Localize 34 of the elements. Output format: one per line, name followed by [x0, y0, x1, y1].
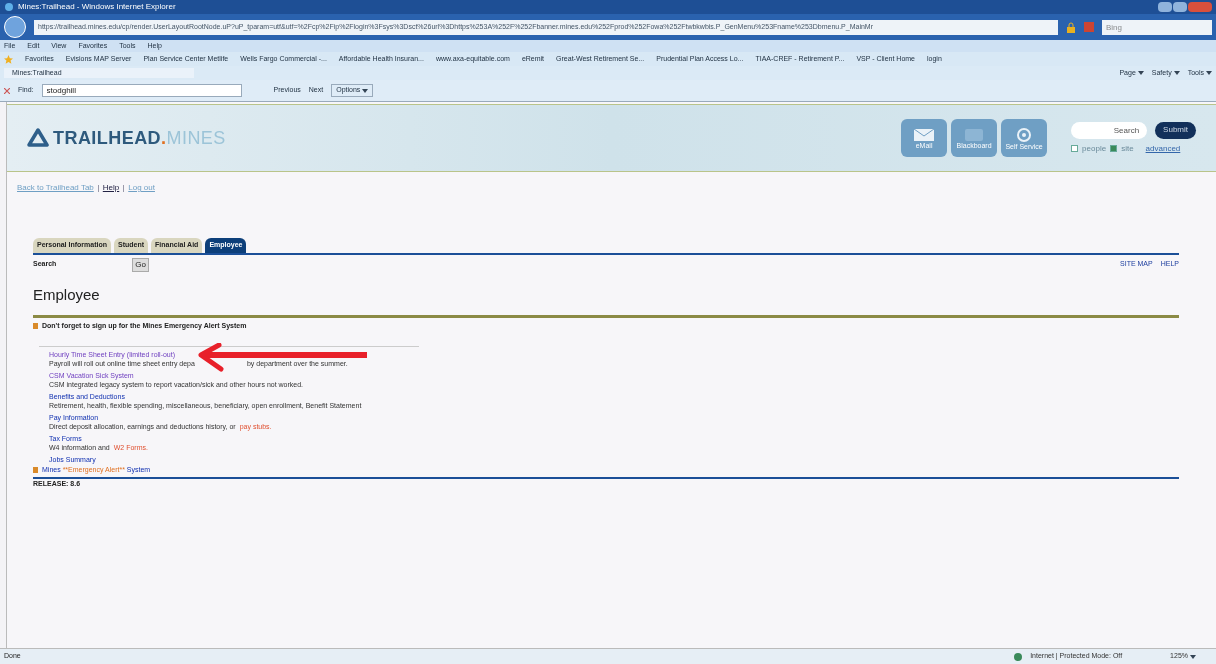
- triangle-logo-icon: [27, 128, 49, 148]
- checkbox-label: people: [1082, 142, 1107, 155]
- find-field[interactable]: stodghill: [41, 84, 242, 97]
- globe-icon: [1014, 652, 1023, 661]
- padlock-icon: [1066, 21, 1076, 33]
- nav-link[interactable]: Help: [102, 182, 120, 194]
- checkbox-label: site: [1121, 142, 1134, 155]
- caret-icon: [1173, 71, 1180, 75]
- checkbox[interactable]: [1071, 145, 1079, 152]
- browser-logo-icon: [4, 2, 14, 12]
- back-button[interactable]: [4, 16, 26, 38]
- minimize-button[interactable]: [1158, 2, 1172, 12]
- address-field[interactable]: [34, 19, 1058, 35]
- bullet-icon: [33, 466, 38, 473]
- close-icon: [4, 87, 10, 94]
- at-sign-icon: [1016, 126, 1033, 143]
- caret-icon: [1190, 654, 1196, 659]
- submit-button[interactable]: Submit: [1155, 121, 1196, 139]
- search-field[interactable]: Bing: [1102, 19, 1212, 35]
- bullet-icon: [33, 323, 38, 330]
- search-field[interactable]: Search: [1071, 121, 1148, 139]
- caret-icon: [1206, 71, 1212, 75]
- page-heading: Employee: [33, 284, 101, 305]
- envelope-icon: [913, 127, 936, 142]
- tile-icon: [963, 127, 986, 142]
- caret-icon: [362, 88, 369, 93]
- star-icon: [4, 54, 13, 64]
- site-logo: TRAILHEAD.MINES: [53, 126, 226, 150]
- window-title: Mines:Trailhead - Windows Internet Explorer: [18, 1, 176, 13]
- go-button[interactable]: Go: [132, 257, 150, 272]
- maximize-button[interactable]: [1173, 2, 1187, 12]
- checkbox[interactable]: [1110, 145, 1118, 152]
- advanced-link[interactable]: advanced: [1145, 142, 1181, 155]
- caret-icon: [1137, 71, 1144, 75]
